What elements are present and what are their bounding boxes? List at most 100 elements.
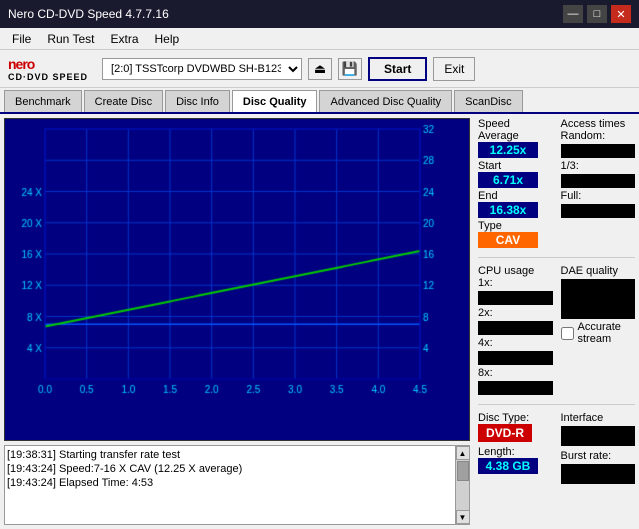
end-row: End 16.38x — [478, 190, 553, 218]
scroll-up-button[interactable]: ▲ — [456, 446, 470, 460]
cpu-4x-row: 4x: — [478, 337, 553, 365]
logo-sub: CD·DVD SPEED — [8, 72, 88, 82]
cpu-8x-value — [478, 381, 553, 395]
full-value — [561, 204, 636, 218]
cpu-2x-value — [478, 321, 553, 335]
menu-run-test[interactable]: Run Test — [39, 30, 102, 48]
type-label: Type — [478, 220, 553, 232]
cpu-2x-label: 2x: — [478, 307, 553, 319]
right-panel: Speed Average 12.25x Start 6.71x End 16.… — [474, 114, 639, 529]
menubar: File Run Test Extra Help — [0, 28, 639, 50]
random-value — [561, 144, 636, 158]
cpu-8x-label: 8x: — [478, 367, 553, 379]
cpu-dae-section: CPU usage 1x: 2x: 4x: 8x: — [478, 265, 635, 397]
cpu-1x-label: 1x: — [478, 277, 553, 289]
tab-scan-disc[interactable]: ScanDisc — [454, 90, 522, 112]
burst-rate-value — [561, 464, 636, 484]
tab-create-disc[interactable]: Create Disc — [84, 90, 163, 112]
tab-disc-quality[interactable]: Disc Quality — [232, 90, 318, 112]
dae-quality-value — [561, 279, 636, 319]
accurate-stream-checkbox[interactable] — [561, 327, 574, 340]
tab-disc-info[interactable]: Disc Info — [165, 90, 230, 112]
titlebar: Nero CD-DVD Speed 4.7.7.16 — □ ✕ — [0, 0, 639, 28]
chart-wrapper — [4, 118, 470, 441]
cpu-1x-row: 1x: — [478, 277, 553, 305]
scroll-track — [456, 460, 469, 510]
minimize-button[interactable]: — — [563, 5, 583, 23]
average-label: Average — [478, 130, 553, 142]
scroll-down-button[interactable]: ▼ — [456, 510, 470, 524]
window-controls: — □ ✕ — [563, 5, 631, 23]
toolbar: nero CD·DVD SPEED [2:0] TSSTcorp DVDWBD … — [0, 50, 639, 88]
drive-select[interactable]: [2:0] TSSTcorp DVDWBD SH-B123L SB04 — [102, 58, 302, 80]
one-third-value — [561, 174, 636, 188]
accurate-stream-row: Accurate stream — [561, 321, 636, 345]
menu-help[interactable]: Help — [147, 30, 188, 48]
close-button[interactable]: ✕ — [611, 5, 631, 23]
one-third-label: 1/3: — [561, 160, 636, 172]
dae-section: DAE quality Accurate stream — [561, 265, 636, 397]
access-times-label: Access times — [561, 118, 636, 130]
dae-quality-label: DAE quality — [561, 265, 636, 277]
length-row: Length: 4.38 GB — [478, 446, 553, 474]
tab-bar: Benchmark Create Disc Disc Info Disc Qua… — [0, 88, 639, 114]
log-content: [19:38:31] Starting transfer rate test [… — [5, 446, 455, 524]
log-scrollbar[interactable]: ▲ ▼ — [455, 446, 469, 524]
type-row: Type CAV — [478, 220, 553, 248]
tab-advanced-disc-quality[interactable]: Advanced Disc Quality — [319, 90, 452, 112]
burst-rate-label: Burst rate: — [561, 450, 636, 462]
accurate-stream-label: Accurate stream — [578, 321, 636, 345]
access-times-section: Access times Random: 1/3: Full: — [561, 118, 636, 250]
log-area: [19:38:31] Starting transfer rate test [… — [4, 445, 470, 525]
full-label: Full: — [561, 190, 636, 202]
length-label: Length: — [478, 446, 553, 458]
log-line-3: [19:43:24] Elapsed Time: 4:53 — [7, 476, 453, 490]
speed-access-section: Speed Average 12.25x Start 6.71x End 16.… — [478, 118, 635, 250]
start-value: 6.71x — [478, 172, 538, 188]
cpu-1x-value — [478, 291, 553, 305]
exit-button[interactable]: Exit — [433, 57, 475, 81]
length-value: 4.38 GB — [478, 458, 538, 474]
logo-nero: nero — [8, 56, 88, 72]
end-value: 16.38x — [478, 202, 538, 218]
divider-2 — [478, 404, 635, 405]
cpu-section: CPU usage 1x: 2x: 4x: 8x: — [478, 265, 553, 397]
one-third-row: 1/3: — [561, 160, 636, 188]
random-label: Random: — [561, 130, 636, 142]
cpu-2x-row: 2x: — [478, 307, 553, 335]
save-icon-button[interactable]: 💾 — [338, 58, 362, 80]
tab-benchmark[interactable]: Benchmark — [4, 90, 82, 112]
cpu-usage-label: CPU usage — [478, 265, 553, 277]
interface-section: Interface Burst rate: — [561, 412, 636, 484]
random-row: Random: — [561, 130, 636, 158]
app-title: Nero CD-DVD Speed 4.7.7.16 — [8, 7, 169, 21]
average-row: Average 12.25x — [478, 130, 553, 158]
cpu-8x-row: 8x: — [478, 367, 553, 395]
cpu-4x-label: 4x: — [478, 337, 553, 349]
menu-extra[interactable]: Extra — [102, 30, 146, 48]
speed-chart — [5, 119, 455, 409]
scroll-thumb[interactable] — [457, 461, 469, 481]
eject-icon-button[interactable]: ⏏ — [308, 58, 332, 80]
log-line-2: [19:43:24] Speed:7-16 X CAV (12.25 X ave… — [7, 462, 453, 476]
type-value: CAV — [478, 232, 538, 248]
main-area: [19:38:31] Starting transfer rate test [… — [0, 114, 639, 529]
start-button[interactable]: Start — [368, 57, 427, 81]
menu-file[interactable]: File — [4, 30, 39, 48]
start-row: Start 6.71x — [478, 160, 553, 188]
interface-label: Interface — [561, 412, 636, 424]
end-label: End — [478, 190, 553, 202]
disc-type-value: DVD-R — [478, 424, 532, 442]
average-value: 12.25x — [478, 142, 538, 158]
divider-1 — [478, 257, 635, 258]
log-line-1: [19:38:31] Starting transfer rate test — [7, 448, 453, 462]
chart-area: [19:38:31] Starting transfer rate test [… — [0, 114, 474, 529]
full-row: Full: — [561, 190, 636, 218]
maximize-button[interactable]: □ — [587, 5, 607, 23]
start-label: Start — [478, 160, 553, 172]
disc-type-label: Disc Type: — [478, 412, 553, 424]
speed-section: Speed Average 12.25x Start 6.71x End 16.… — [478, 118, 553, 250]
speed-label: Speed — [478, 118, 553, 130]
logo: nero CD·DVD SPEED — [8, 56, 88, 82]
interface-value — [561, 426, 636, 446]
